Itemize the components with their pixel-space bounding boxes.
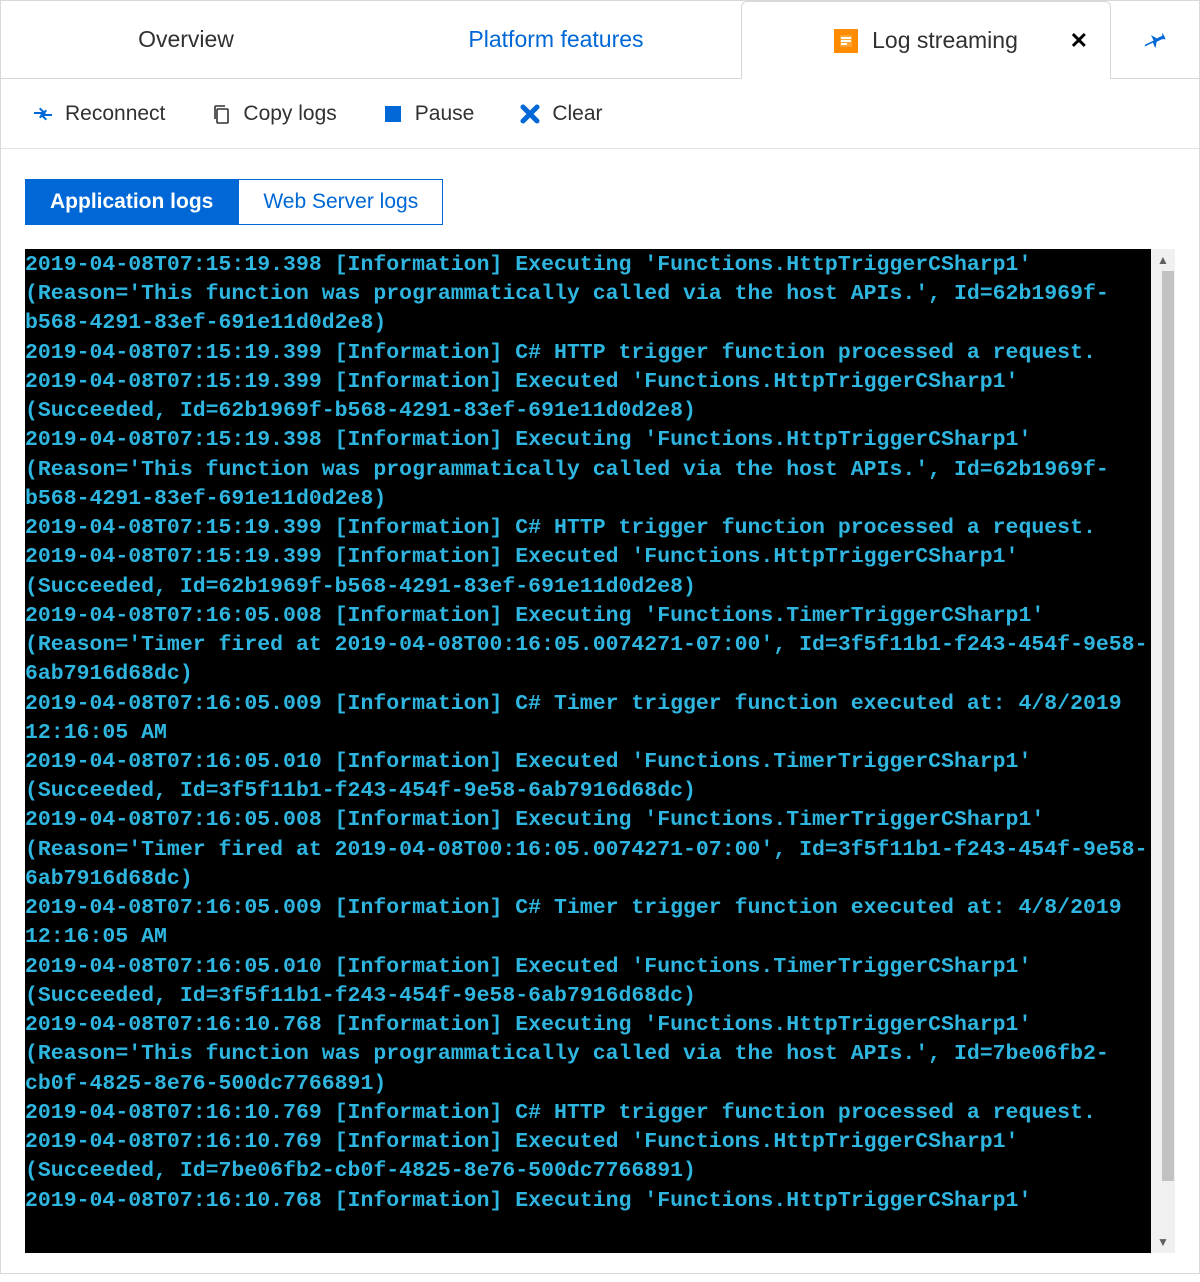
copy-icon xyxy=(209,102,233,126)
pause-button[interactable]: Pause xyxy=(381,102,475,126)
log-line: 2019-04-08T07:16:05.009 [Information] C#… xyxy=(25,894,1169,952)
log-line: 2019-04-08T07:16:10.769 [Information] C#… xyxy=(25,1099,1169,1128)
clear-button[interactable]: Clear xyxy=(518,102,602,126)
console-wrapper: 2019-04-08T07:15:19.398 [Information] Ex… xyxy=(25,249,1175,1253)
scroll-down-icon[interactable]: ▼ xyxy=(1151,1231,1175,1253)
pause-icon xyxy=(381,102,405,126)
tab-platform-label: Platform features xyxy=(468,26,643,53)
tab-close-icon[interactable]: ✕ xyxy=(1070,28,1088,54)
log-line: 2019-04-08T07:16:05.009 [Information] C#… xyxy=(25,690,1169,748)
subtab-web-label: Web Server logs xyxy=(263,190,418,213)
log-streaming-icon xyxy=(834,29,858,53)
subtab-web-server-logs[interactable]: Web Server logs xyxy=(238,179,443,225)
clear-icon xyxy=(518,102,542,126)
clear-label: Clear xyxy=(552,102,602,126)
log-line: 2019-04-08T07:16:05.010 [Information] Ex… xyxy=(25,748,1169,806)
scroll-up-icon[interactable]: ▲ xyxy=(1151,249,1175,271)
log-line: 2019-04-08T07:15:19.399 [Information] C#… xyxy=(25,514,1169,543)
log-line: 2019-04-08T07:15:19.398 [Information] Ex… xyxy=(25,426,1169,514)
log-line: 2019-04-08T07:15:19.399 [Information] C#… xyxy=(25,339,1169,368)
log-line: 2019-04-08T07:15:19.399 [Information] Ex… xyxy=(25,543,1169,601)
tab-log-label: Log streaming xyxy=(872,27,1018,54)
copy-logs-button[interactable]: Copy logs xyxy=(209,102,336,126)
copy-label: Copy logs xyxy=(243,102,336,126)
tab-platform-features[interactable]: Platform features xyxy=(371,1,741,78)
reconnect-button[interactable]: Reconnect xyxy=(31,102,165,126)
content-area: Application logs Web Server logs 2019-04… xyxy=(1,149,1199,1273)
log-line: 2019-04-08T07:16:10.768 [Information] Ex… xyxy=(25,1187,1169,1216)
log-line: 2019-04-08T07:15:19.398 [Information] Ex… xyxy=(25,251,1169,339)
reconnect-label: Reconnect xyxy=(65,102,165,126)
tab-overview[interactable]: Overview xyxy=(1,1,371,78)
scroll-thumb[interactable] xyxy=(1162,271,1174,1181)
log-line: 2019-04-08T07:16:05.008 [Information] Ex… xyxy=(25,602,1169,690)
log-line: 2019-04-08T07:16:05.008 [Information] Ex… xyxy=(25,806,1169,894)
pin-icon xyxy=(1142,27,1168,53)
subtab-app-label: Application logs xyxy=(50,190,213,213)
tab-log-streaming[interactable]: Log streaming ✕ xyxy=(741,1,1111,79)
tab-overview-label: Overview xyxy=(138,26,234,53)
log-line: 2019-04-08T07:16:10.769 [Information] Ex… xyxy=(25,1128,1169,1186)
pin-button[interactable] xyxy=(1111,1,1199,78)
log-console[interactable]: 2019-04-08T07:15:19.398 [Information] Ex… xyxy=(25,249,1175,1253)
subtab-application-logs[interactable]: Application logs xyxy=(25,179,238,225)
log-line: 2019-04-08T07:15:19.399 [Information] Ex… xyxy=(25,368,1169,426)
top-tabbar: Overview Platform features Log streaming… xyxy=(1,1,1199,79)
console-scrollbar[interactable]: ▲ ▼ xyxy=(1151,249,1175,1253)
log-subtabs: Application logs Web Server logs xyxy=(25,179,1175,225)
pause-label: Pause xyxy=(415,102,475,126)
log-line: 2019-04-08T07:16:10.768 [Information] Ex… xyxy=(25,1011,1169,1099)
reconnect-icon xyxy=(31,102,55,126)
log-line: 2019-04-08T07:16:05.010 [Information] Ex… xyxy=(25,953,1169,1011)
action-toolbar: Reconnect Copy logs Pause Clear xyxy=(1,79,1199,149)
